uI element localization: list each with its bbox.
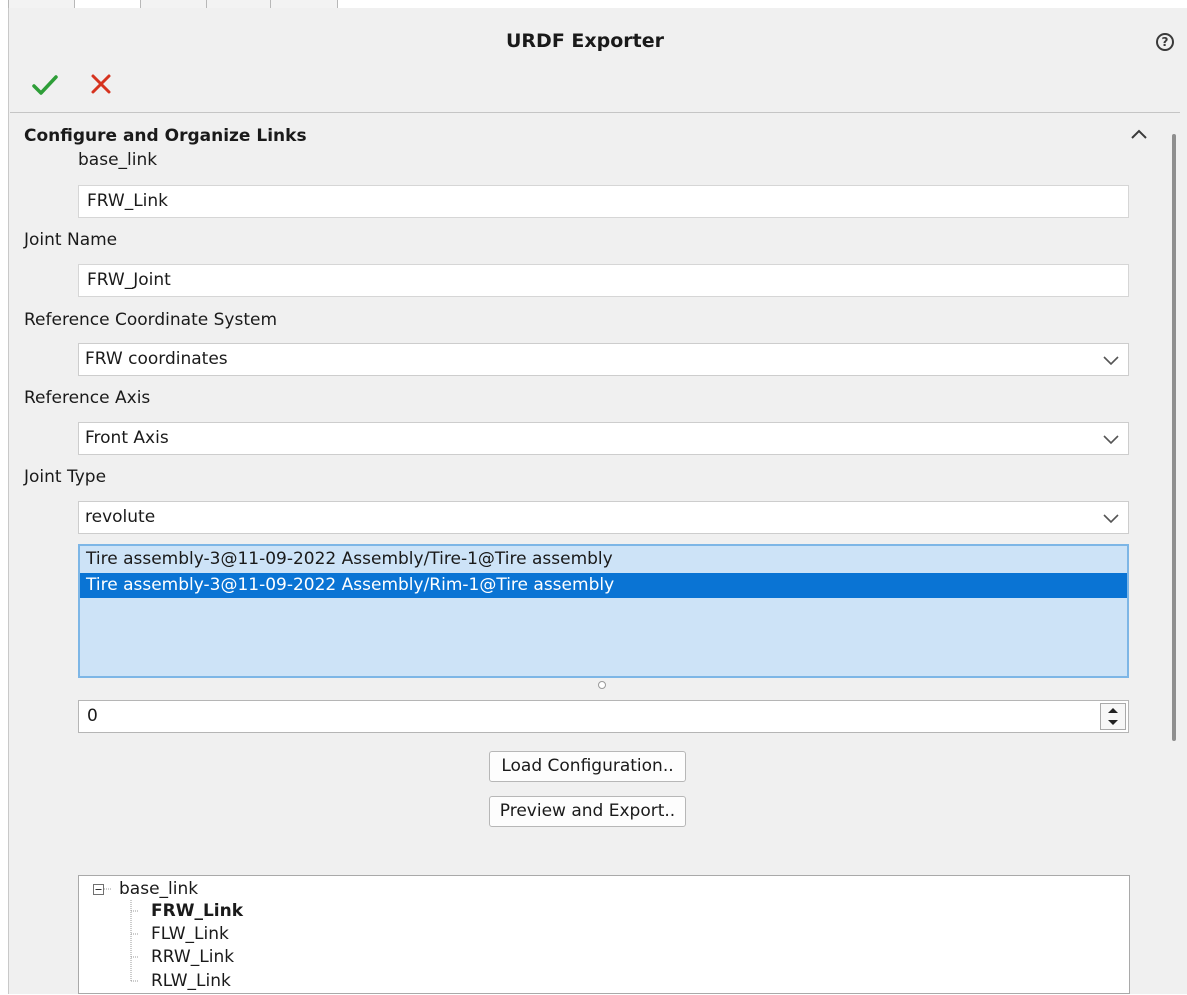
panel-scrollbar[interactable] — [1159, 134, 1179, 994]
divider — [10, 112, 1180, 113]
spin-down-icon[interactable] — [1101, 717, 1125, 729]
numeric-spinner[interactable]: 0 — [78, 700, 1129, 733]
joint-name-field[interactable]: FRW_Joint — [78, 264, 1129, 297]
close-icon[interactable] — [89, 72, 113, 96]
joint-type-dropdown[interactable]: revolute — [78, 501, 1129, 534]
tree-node-frw-link[interactable]: FRW_Link — [151, 900, 243, 922]
section-title: Configure and Organize Links — [24, 126, 307, 146]
spinner-buttons — [1100, 703, 1126, 730]
list-item-label: Tire assembly-3@11-09-2022 Assembly/Tire… — [86, 549, 613, 569]
link-tree[interactable]: base_link FRW_Link FLW_Link RRW_Link RLW… — [78, 875, 1130, 994]
link-name-label: base_link — [78, 150, 158, 170]
reference-axis-dropdown[interactable]: Front Axis — [78, 422, 1129, 455]
collapse-tree-icon[interactable] — [93, 884, 104, 895]
checkmark-icon[interactable] — [31, 72, 59, 98]
tree-node-flw-link[interactable]: FLW_Link — [151, 923, 229, 945]
urdf-exporter-panel: URDF Exporter ? Configure and Organize L… — [8, 8, 1187, 994]
reference-axis-label: Reference Axis — [24, 388, 151, 408]
chevron-down-icon — [1103, 356, 1119, 366]
joint-type-value: revolute — [85, 507, 156, 527]
link-name-field[interactable]: FRW_Link — [78, 185, 1129, 218]
joint-name-label: Joint Name — [24, 230, 118, 250]
spinner-value: 0 — [87, 706, 98, 726]
reference-axis-value: Front Axis — [85, 428, 169, 448]
help-icon[interactable]: ? — [1156, 33, 1174, 51]
components-listbox[interactable]: Tire assembly-3@11-09-2022 Assembly/Tire… — [78, 544, 1129, 678]
joint-type-label: Joint Type — [24, 467, 107, 487]
list-item-label: Tire assembly-3@11-09-2022 Assembly/Rim-… — [86, 575, 615, 595]
list-item[interactable]: Tire assembly-3@11-09-2022 Assembly/Tire… — [80, 547, 1127, 572]
tab-active[interactable] — [74, 0, 142, 8]
tree-node-base-link[interactable]: base_link — [119, 878, 198, 900]
load-configuration-button[interactable]: Load Configuration.. — [489, 751, 686, 782]
chevron-down-icon — [1103, 514, 1119, 524]
spin-up-icon[interactable] — [1101, 704, 1125, 716]
panel-title: URDF Exporter — [505, 30, 665, 52]
chevron-up-icon[interactable] — [1129, 127, 1149, 141]
reference-coordinate-label: Reference Coordinate System — [24, 310, 277, 330]
scrollbar-thumb[interactable] — [1172, 134, 1176, 741]
resize-grip[interactable] — [598, 681, 606, 689]
preview-export-button[interactable]: Preview and Export.. — [489, 796, 686, 827]
tree-node-rrw-link[interactable]: RRW_Link — [151, 946, 234, 968]
chevron-down-icon — [1103, 435, 1119, 445]
reference-coordinate-dropdown[interactable]: FRW coordinates — [78, 343, 1129, 376]
reference-coordinate-value: FRW coordinates — [85, 349, 228, 369]
list-item-selected[interactable]: Tire assembly-3@11-09-2022 Assembly/Rim-… — [80, 573, 1127, 598]
tree-node-rlw-link[interactable]: RLW_Link — [151, 970, 231, 992]
